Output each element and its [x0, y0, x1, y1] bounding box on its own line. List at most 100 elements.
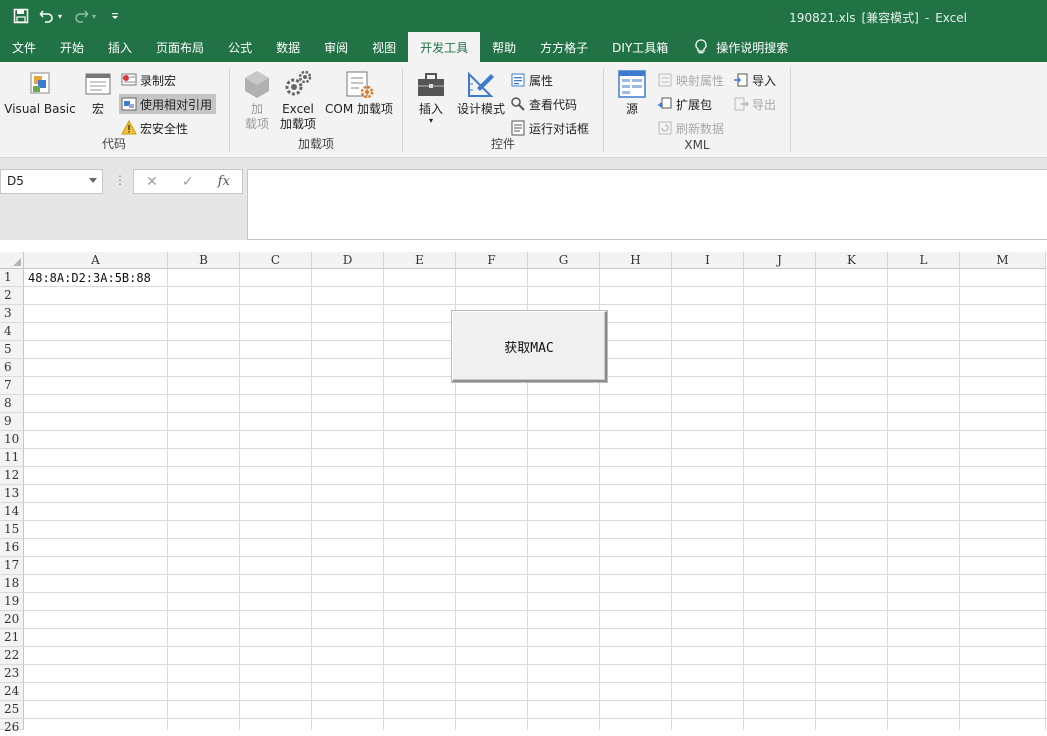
- view-code-button[interactable]: 查看代码: [510, 94, 581, 114]
- insert-control-button[interactable]: 插入 ▾: [413, 68, 449, 125]
- tab-home[interactable]: 开始: [48, 32, 96, 62]
- export-label: 导出: [752, 97, 777, 112]
- design-mode-button[interactable]: 设计模式: [453, 68, 509, 117]
- row-header-26[interactable]: 26: [0, 719, 24, 734]
- visual-basic-button[interactable]: Visual Basic: [4, 68, 76, 117]
- row-header-22[interactable]: 22: [0, 647, 24, 665]
- tab-formulas[interactable]: 公式: [216, 32, 264, 62]
- grid-row-line: [24, 448, 1047, 449]
- name-box[interactable]: D5: [0, 169, 103, 194]
- row-header-23[interactable]: 23: [0, 665, 24, 683]
- xml-source-icon: [618, 70, 646, 98]
- tab-review[interactable]: 审阅: [312, 32, 360, 62]
- import-label: 导入: [752, 73, 777, 88]
- cancel-icon[interactable]: ✕: [146, 174, 158, 190]
- row-header-11[interactable]: 11: [0, 449, 24, 467]
- column-header-i[interactable]: I: [672, 252, 744, 269]
- row-header-13[interactable]: 13: [0, 485, 24, 503]
- undo-dropdown-icon[interactable]: ▾: [58, 12, 62, 21]
- macros-label: 宏: [91, 102, 104, 116]
- import-button[interactable]: 导入: [733, 70, 780, 90]
- row-header-7[interactable]: 7: [0, 377, 24, 395]
- row-header-6[interactable]: 6: [0, 359, 24, 377]
- column-header-k[interactable]: K: [816, 252, 888, 269]
- select-all-corner[interactable]: [0, 252, 24, 269]
- properties-label: 属性: [529, 73, 554, 88]
- row-header-21[interactable]: 21: [0, 629, 24, 647]
- row-header-10[interactable]: 10: [0, 431, 24, 449]
- row-header-14[interactable]: 14: [0, 503, 24, 521]
- name-box-dropdown-icon[interactable]: [89, 178, 97, 183]
- column-header-e[interactable]: E: [384, 252, 456, 269]
- column-header-g[interactable]: G: [528, 252, 600, 269]
- record-macro-label: 录制宏: [140, 73, 177, 88]
- expansion-packs-button[interactable]: 扩展包: [657, 94, 716, 114]
- cell-a1[interactable]: 48:8A:D2:3A:5B:88: [28, 270, 151, 287]
- row-header-12[interactable]: 12: [0, 467, 24, 485]
- enter-icon[interactable]: ✓: [182, 174, 194, 190]
- xml-source-button[interactable]: 源: [614, 68, 650, 117]
- column-header-j[interactable]: J: [744, 252, 816, 269]
- row-header-2[interactable]: 2: [0, 287, 24, 305]
- redo-icon[interactable]: [70, 6, 92, 26]
- tab-fangfang[interactable]: 方方格子: [528, 32, 600, 62]
- tab-file[interactable]: 文件: [0, 32, 48, 62]
- com-addins-button[interactable]: COM 加载项: [322, 68, 396, 117]
- column-header-l[interactable]: L: [888, 252, 960, 269]
- column-header-a[interactable]: A: [24, 252, 168, 269]
- relative-ref-button[interactable]: 使用相对引用: [119, 94, 217, 114]
- column-header-b[interactable]: B: [168, 252, 240, 269]
- magnifier-icon: [511, 97, 525, 111]
- tab-developer[interactable]: 开发工具: [408, 32, 481, 62]
- excel-addins-button[interactable]: Excel 加载项: [278, 68, 318, 132]
- formula-input[interactable]: [247, 169, 1047, 240]
- relative-ref-icon: [121, 97, 137, 111]
- macros-button[interactable]: 宏: [80, 68, 116, 117]
- record-macro-button[interactable]: 录制宏: [121, 70, 180, 90]
- row-header-20[interactable]: 20: [0, 611, 24, 629]
- row-header-3[interactable]: 3: [0, 305, 24, 323]
- view-code-label: 查看代码: [529, 97, 578, 112]
- insert-function-icon[interactable]: fx: [218, 174, 230, 189]
- macros-icon: [85, 73, 111, 95]
- row-header-19[interactable]: 19: [0, 593, 24, 611]
- tab-data[interactable]: 数据: [264, 32, 312, 62]
- row-header-9[interactable]: 9: [0, 413, 24, 431]
- customize-caret-icon[interactable]: [104, 6, 126, 26]
- column-header-h[interactable]: H: [600, 252, 672, 269]
- row-header-18[interactable]: 18: [0, 575, 24, 593]
- tab-page-layout[interactable]: 页面布局: [144, 32, 216, 62]
- map-properties-label: 映射属性: [676, 73, 725, 88]
- save-icon[interactable]: [10, 6, 32, 26]
- export-button[interactable]: 导出: [733, 94, 780, 114]
- addins-button[interactable]: 加 载项: [240, 68, 274, 132]
- formula-buttons: ✕ ✓ fx: [133, 169, 243, 194]
- tell-me-search[interactable]: 操作说明搜索: [680, 32, 800, 62]
- redo-dropdown-icon[interactable]: ▾: [92, 12, 96, 21]
- column-header-m[interactable]: M: [960, 252, 1046, 269]
- undo-icon[interactable]: [36, 6, 58, 26]
- tab-view[interactable]: 视图: [360, 32, 408, 62]
- map-properties-button[interactable]: 映射属性: [657, 70, 728, 90]
- design-mode-label: 设计模式: [456, 102, 505, 116]
- column-header-c[interactable]: C: [240, 252, 312, 269]
- column-header-f[interactable]: F: [456, 252, 528, 269]
- row-header-17[interactable]: 17: [0, 557, 24, 575]
- gears-icon: [285, 70, 312, 96]
- row-header-4[interactable]: 4: [0, 323, 24, 341]
- row-header-25[interactable]: 25: [0, 701, 24, 719]
- tab-help[interactable]: 帮助: [480, 32, 528, 62]
- formula-bar-grip-icon[interactable]: ⋮: [114, 173, 126, 187]
- tab-diy-toolbox[interactable]: DIY工具箱: [600, 32, 680, 62]
- tab-insert[interactable]: 插入: [96, 32, 144, 62]
- row-header-1[interactable]: 1: [0, 269, 24, 287]
- column-header-d[interactable]: D: [312, 252, 384, 269]
- row-header-15[interactable]: 15: [0, 521, 24, 539]
- refresh-data-button[interactable]: 刷新数据: [657, 118, 728, 138]
- properties-button[interactable]: 属性: [510, 70, 557, 90]
- row-header-8[interactable]: 8: [0, 395, 24, 413]
- row-header-16[interactable]: 16: [0, 539, 24, 557]
- row-header-5[interactable]: 5: [0, 341, 24, 359]
- row-header-24[interactable]: 24: [0, 683, 24, 701]
- get-mac-button[interactable]: 获取MAC: [452, 311, 607, 382]
